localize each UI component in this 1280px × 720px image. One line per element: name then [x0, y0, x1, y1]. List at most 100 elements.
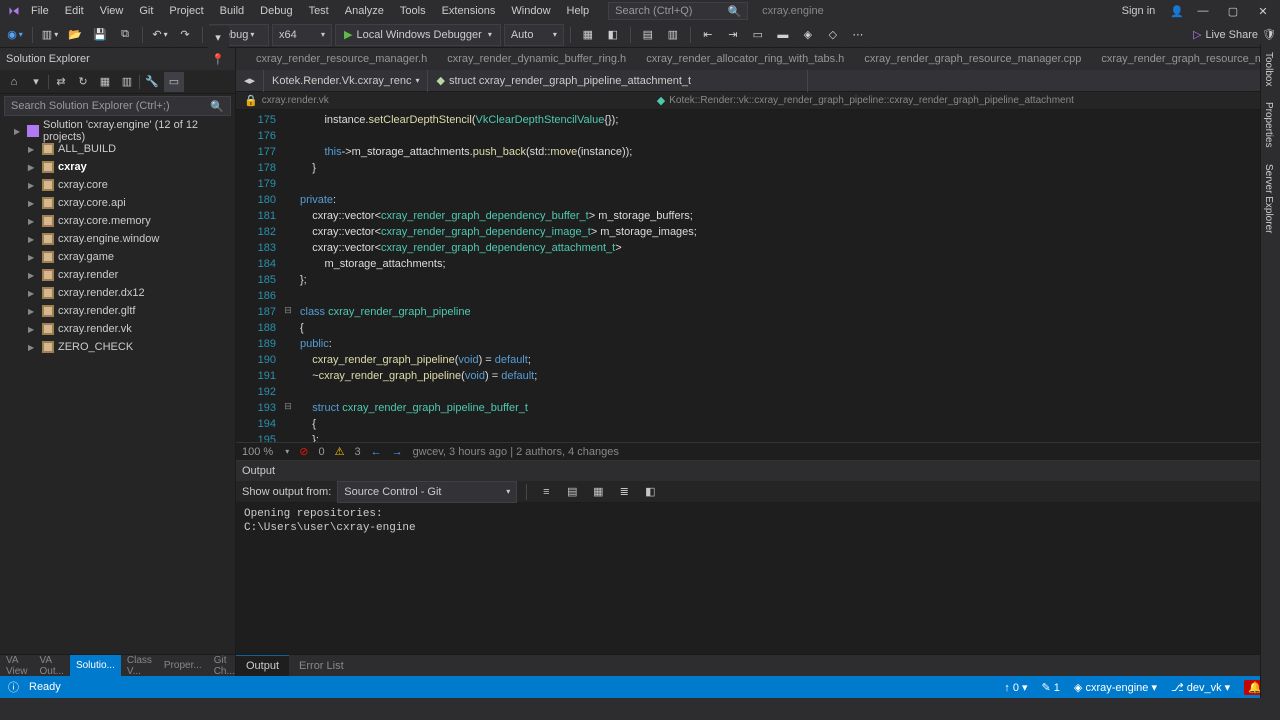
- editor-tab[interactable]: cxray_render_graph_resource_manager.h: [1091, 48, 1280, 70]
- save-all-button[interactable]: ⧉: [114, 24, 136, 46]
- tb-step-2[interactable]: ⇥: [722, 24, 744, 46]
- sol-sync-icon[interactable]: ↻: [73, 72, 93, 92]
- crumb-file[interactable]: cxray.render.vk: [262, 95, 329, 106]
- open-button[interactable]: 📂: [64, 24, 86, 46]
- tb-step-1[interactable]: ⇤: [697, 24, 719, 46]
- output-toggle-icon[interactable]: ≣: [614, 482, 634, 502]
- admin-icon[interactable]: 🛡: [1262, 28, 1276, 41]
- zoom-level[interactable]: 100 %: [242, 446, 273, 458]
- panel-pin-icon[interactable]: 📍: [207, 48, 229, 70]
- code-content[interactable]: instance.setClearDepthStencil(VkClearDep…: [294, 110, 1280, 442]
- output-clear-icon[interactable]: ≡: [536, 482, 556, 502]
- side-tab[interactable]: Class V...: [121, 655, 158, 677]
- project-node[interactable]: ▶cxray.game: [0, 248, 235, 266]
- solution-search-input[interactable]: Search Solution Explorer (Ctrl+;)🔍: [4, 96, 231, 116]
- bottom-tab[interactable]: Output: [236, 655, 289, 676]
- editor-tab[interactable]: cxray_render_resource_manager.h: [246, 48, 437, 70]
- save-button[interactable]: 💾: [89, 24, 111, 46]
- sol-collapse-icon[interactable]: ⇄: [51, 72, 71, 92]
- project-node[interactable]: ▶cxray.render.dx12: [0, 284, 235, 302]
- project-node[interactable]: ▶cxray.render.vk: [0, 320, 235, 338]
- output-source-dropdown[interactable]: Source Control - Git▾: [337, 481, 517, 503]
- sign-in-link[interactable]: Sign in: [1115, 2, 1163, 20]
- branch-name[interactable]: ⎇ dev_vk ▾: [1171, 681, 1230, 694]
- project-node[interactable]: ▶ZERO_CHECK: [0, 338, 235, 356]
- pending-edits[interactable]: ✎ 1: [1042, 681, 1060, 694]
- side-tab[interactable]: Solutio...: [70, 655, 121, 677]
- menu-test[interactable]: Test: [302, 2, 336, 20]
- nav-back-button[interactable]: ◉▾: [4, 24, 26, 46]
- menu-build[interactable]: Build: [213, 2, 251, 20]
- menu-project[interactable]: Project: [162, 2, 210, 20]
- vertical-tab[interactable]: Toolbox: [1261, 44, 1276, 94]
- menu-debug[interactable]: Debug: [253, 2, 299, 20]
- error-count[interactable]: 0: [318, 446, 324, 458]
- blame-info[interactable]: gwcev, 3 hours ago | 2 authors, 4 change…: [413, 446, 619, 458]
- editor-tab[interactable]: cxray_render_dynamic_buffer_ring.h: [437, 48, 636, 70]
- side-tab[interactable]: VA View: [0, 655, 34, 677]
- sol-home-icon[interactable]: ⌂: [4, 72, 24, 92]
- bottom-tab[interactable]: Error List: [289, 655, 354, 676]
- menu-help[interactable]: Help: [560, 2, 597, 20]
- liveshare-button[interactable]: Live Share: [1205, 29, 1258, 41]
- tb-uncomment[interactable]: ▬: [772, 24, 794, 46]
- tb-more[interactable]: ⋯: [847, 24, 869, 46]
- maximize-button[interactable]: ▢: [1222, 0, 1244, 22]
- editor-tab[interactable]: cxray_render_allocator_ring_with_tabs.h: [636, 48, 854, 70]
- sol-prop-icon[interactable]: 🔧: [142, 72, 162, 92]
- nav-back-small[interactable]: ◂▸: [236, 70, 264, 92]
- panel-dropdown-icon[interactable]: ▾: [207, 26, 229, 48]
- output-wrap-icon[interactable]: ▤: [562, 482, 582, 502]
- project-node[interactable]: ▶cxray.render: [0, 266, 235, 284]
- auto-dropdown[interactable]: Auto▾: [504, 24, 564, 46]
- sol-views-icon[interactable]: ▾: [26, 72, 46, 92]
- tb-bookmark2[interactable]: ◇: [822, 24, 844, 46]
- menu-window[interactable]: Window: [504, 2, 557, 20]
- menu-view[interactable]: View: [93, 2, 131, 20]
- menu-extensions[interactable]: Extensions: [435, 2, 503, 20]
- menu-git[interactable]: Git: [132, 2, 160, 20]
- menu-edit[interactable]: Edit: [58, 2, 91, 20]
- code-editor[interactable]: 1751761771781791801811821831841851861871…: [236, 110, 1280, 442]
- tb-icon-1[interactable]: ▦: [577, 24, 599, 46]
- tb-icon-4[interactable]: ▥: [662, 24, 684, 46]
- solution-root-node[interactable]: ▶ Solution 'cxray.engine' (12 of 12 proj…: [0, 122, 235, 140]
- redo-button[interactable]: ↷: [174, 24, 196, 46]
- editor-tab[interactable]: cxray_render_graph_resource_manager.cpp: [854, 48, 1091, 70]
- platform-dropdown[interactable]: x64▾: [272, 24, 332, 46]
- project-node[interactable]: ▶cxray.core.api: [0, 194, 235, 212]
- project-node[interactable]: ▶cxray.engine.window: [0, 230, 235, 248]
- output-meta-icon[interactable]: ◧: [640, 482, 660, 502]
- vertical-tab[interactable]: Properties: [1261, 94, 1276, 156]
- global-search-input[interactable]: Search (Ctrl+Q)🔍: [608, 2, 748, 20]
- tb-icon-3[interactable]: ▤: [637, 24, 659, 46]
- changes-up[interactable]: ↑ 0 ▾: [1004, 681, 1027, 694]
- close-button[interactable]: ✕: [1252, 0, 1274, 22]
- crumb-path[interactable]: Kotek::Render::vk::cxray_render_graph_pi…: [669, 95, 1074, 106]
- sol-refresh-icon[interactable]: ▥: [117, 72, 137, 92]
- tb-icon-2[interactable]: ◧: [602, 24, 624, 46]
- side-tab[interactable]: VA Out...: [34, 655, 70, 677]
- project-node[interactable]: ▶cxray: [0, 158, 235, 176]
- tb-comment[interactable]: ▭: [747, 24, 769, 46]
- repo-name[interactable]: ◈ cxray-engine ▾: [1074, 681, 1157, 694]
- output-stop-icon[interactable]: ▦: [588, 482, 608, 502]
- project-node[interactable]: ▶cxray.core: [0, 176, 235, 194]
- new-file-button[interactable]: ▥▾: [39, 24, 61, 46]
- start-debug-button[interactable]: ▶Local Windows Debugger▾: [335, 24, 501, 46]
- project-node[interactable]: ▶cxray.render.gltf: [0, 302, 235, 320]
- undo-button[interactable]: ↶▾: [149, 24, 171, 46]
- project-node[interactable]: ▶cxray.core.memory: [0, 212, 235, 230]
- sol-showall-icon[interactable]: ▦: [95, 72, 115, 92]
- warning-count[interactable]: 3: [354, 446, 360, 458]
- nav-project-dropdown[interactable]: Kotek.Render.Vk.cxray_renc▾: [264, 70, 428, 92]
- vertical-tab[interactable]: Server Explorer: [1261, 156, 1276, 241]
- menu-file[interactable]: File: [24, 2, 56, 20]
- minimize-button[interactable]: —: [1192, 0, 1214, 22]
- menu-analyze[interactable]: Analyze: [338, 2, 391, 20]
- menu-tools[interactable]: Tools: [393, 2, 433, 20]
- sol-preview-icon[interactable]: ▭: [164, 72, 184, 92]
- output-text[interactable]: Opening repositories: C:\Users\user\cxra…: [236, 503, 1280, 654]
- side-tab[interactable]: Proper...: [158, 655, 208, 677]
- user-icon[interactable]: 👤: [1170, 5, 1184, 18]
